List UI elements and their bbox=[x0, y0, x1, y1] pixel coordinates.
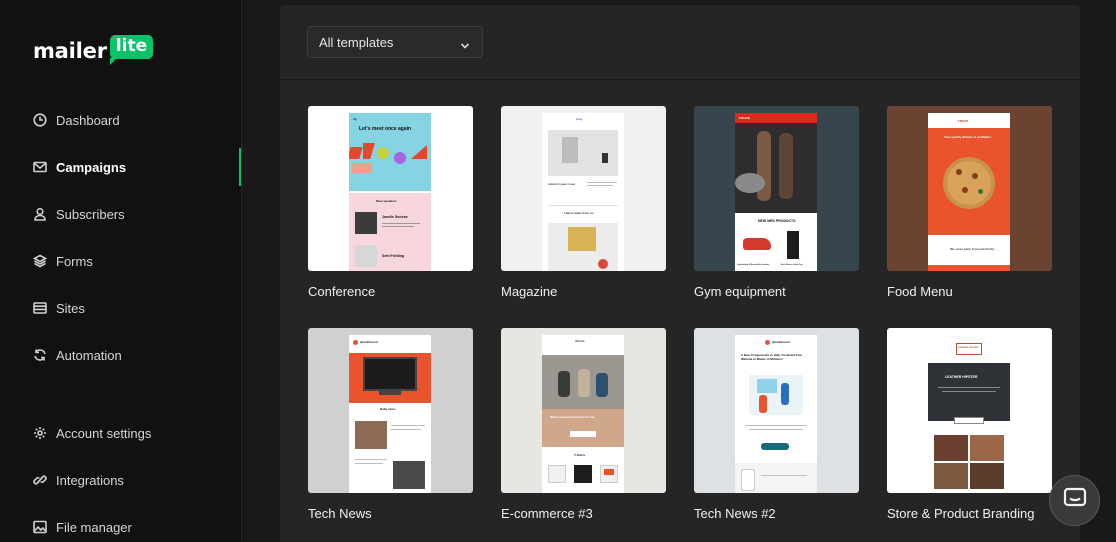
template-name: Magazine bbox=[501, 284, 558, 299]
template-thumbnail[interactable]: blog Autumn's paper issue Latest reads f… bbox=[501, 106, 666, 271]
chat-icon bbox=[1063, 487, 1087, 514]
refresh-icon bbox=[33, 348, 47, 362]
template-name: Gym equipment bbox=[694, 284, 786, 299]
sidebar-item-label: File manager bbox=[56, 519, 132, 535]
sidebar-item-label: Sites bbox=[56, 300, 85, 316]
clock-icon bbox=[33, 113, 47, 127]
template-thumbnail[interactable]: fig Let's meet once again Meet speakers … bbox=[308, 106, 473, 271]
tech-news-2-logo: QuickSound bbox=[772, 340, 790, 344]
magazine-caption: Latest reads from us bbox=[564, 211, 594, 215]
template-card-food-menu[interactable]: FROOT Your weekly dinners is available! … bbox=[887, 106, 1052, 299]
template-card-magazine[interactable]: blog Autumn's paper issue Latest reads f… bbox=[501, 106, 666, 299]
speaker-2-name: Seth Fielding bbox=[382, 254, 404, 258]
ecommerce-logo: Afresh bbox=[575, 339, 585, 343]
food-footer: We serve tasty food and drinks bbox=[950, 247, 995, 251]
magazine-logo: blog bbox=[576, 117, 583, 121]
conference-subheading: Meet speakers bbox=[376, 199, 397, 203]
food-headline: Your weekly dinners is available! bbox=[944, 135, 991, 139]
template-card-store-product-branding[interactable]: LEATHER HIPSTER LEATHER HIPSTER Store & … bbox=[887, 328, 1052, 521]
conference-logo: fig bbox=[353, 117, 357, 121]
sidebar-item-file-manager[interactable]: File manager bbox=[0, 508, 241, 542]
conference-heading: Let's meet once again bbox=[359, 126, 412, 132]
sidebar-item-subscribers[interactable]: Subscribers bbox=[0, 195, 241, 233]
ecommerce-headline: Want a musical-led products for free bbox=[550, 416, 595, 419]
template-name: E-commerce #3 bbox=[501, 506, 593, 521]
template-filter-value: All templates bbox=[319, 34, 394, 50]
template-thumbnail[interactable]: LEATHER HIPSTER LEATHER HIPSTER bbox=[887, 328, 1052, 493]
sidebar-item-integrations[interactable]: Integrations bbox=[0, 461, 241, 499]
templates-toolbar: All templates bbox=[280, 5, 1080, 80]
browser-icon bbox=[33, 301, 47, 315]
ecommerce-section: T-Shirts bbox=[574, 453, 586, 457]
gym-item-2: Best Motion Guide Top bbox=[781, 264, 803, 266]
template-name: Conference bbox=[308, 284, 376, 299]
tech-news-headline: Daily news bbox=[380, 407, 396, 411]
chat-launcher-button[interactable] bbox=[1049, 475, 1100, 526]
sidebar-item-dashboard[interactable]: Dashboard bbox=[0, 101, 241, 139]
template-card-tech-news[interactable]: QuickSound Daily news Tech News bbox=[308, 328, 473, 521]
sidebar-item-forms[interactable]: Forms bbox=[0, 242, 241, 280]
sidebar-item-label: Account settings bbox=[56, 425, 152, 441]
template-card-gym-equipment[interactable]: FITLIFE NEW MEN PRODUCTS Lightweight & B… bbox=[694, 106, 859, 299]
tech-news-2-headline: A New Components to Help You Build Your … bbox=[741, 353, 803, 361]
chevron-down-icon bbox=[460, 38, 470, 49]
template-filter-select[interactable]: All templates bbox=[307, 26, 483, 58]
gym-headline: NEW MEN PRODUCTS bbox=[758, 219, 796, 223]
app-root: mailer lite Dashboard Campaigns Subscrib… bbox=[0, 0, 1116, 542]
link-icon bbox=[33, 473, 47, 487]
logo-word: mailer bbox=[33, 39, 107, 63]
sidebar-item-label: Subscribers bbox=[56, 206, 125, 222]
logo-badge: lite bbox=[109, 35, 154, 65]
magazine-article: Autumn's paper issue bbox=[548, 183, 575, 186]
template-thumbnail[interactable]: FITLIFE NEW MEN PRODUCTS Lightweight & B… bbox=[694, 106, 859, 271]
store-headline: LEATHER HIPSTER bbox=[945, 375, 978, 379]
template-thumbnail[interactable]: Afresh Want a musical-led products for f… bbox=[501, 328, 666, 493]
gym-item-1: Lightweight & Breathable Sneaker bbox=[737, 264, 770, 266]
template-thumbnail[interactable]: FROOT Your weekly dinners is available! … bbox=[887, 106, 1052, 271]
store-logo: LEATHER HIPSTER bbox=[958, 347, 979, 349]
sidebar-item-label: Campaigns bbox=[56, 159, 127, 175]
template-card-conference[interactable]: fig Let's meet once again Meet speakers … bbox=[308, 106, 473, 299]
template-thumbnail[interactable]: QuickSound A New Components to Help You … bbox=[694, 328, 859, 493]
layers-icon bbox=[33, 254, 47, 268]
sidebar-item-campaigns[interactable]: Campaigns bbox=[0, 148, 241, 186]
sidebar-item-account-settings[interactable]: Account settings bbox=[0, 414, 241, 452]
user-icon bbox=[33, 207, 47, 221]
template-name: Tech News bbox=[308, 506, 372, 521]
template-thumbnail[interactable]: QuickSound Daily news bbox=[308, 328, 473, 493]
sidebar-item-label: Integrations bbox=[56, 472, 124, 488]
sidebar-item-sites[interactable]: Sites bbox=[0, 289, 241, 327]
templates-panel: All templates fig Let's meet once again bbox=[280, 5, 1080, 542]
gear-icon bbox=[33, 426, 47, 440]
tech-news-logo: QuickSound bbox=[360, 340, 378, 344]
sidebar-item-label: Automation bbox=[56, 347, 122, 363]
sidebar-item-label: Dashboard bbox=[56, 112, 120, 128]
template-name: Food Menu bbox=[887, 284, 953, 299]
sidebar: mailer lite Dashboard Campaigns Subscrib… bbox=[0, 0, 242, 542]
template-card-tech-news-2[interactable]: QuickSound A New Components to Help You … bbox=[694, 328, 859, 521]
envelope-icon bbox=[33, 160, 47, 174]
sidebar-item-automation[interactable]: Automation bbox=[0, 336, 241, 374]
template-card-ecommerce-3[interactable]: Afresh Want a musical-led products for f… bbox=[501, 328, 666, 521]
brand-logo[interactable]: mailer lite bbox=[33, 33, 154, 69]
speaker-1-name: Janelle Sonirae bbox=[382, 215, 408, 219]
template-name: Tech News #2 bbox=[694, 506, 776, 521]
sidebar-item-label: Forms bbox=[56, 253, 93, 269]
template-name: Store & Product Branding bbox=[887, 506, 1035, 521]
gym-logo: FITLIFE bbox=[739, 116, 750, 120]
food-logo: FROOT bbox=[958, 119, 969, 123]
image-icon bbox=[33, 520, 47, 534]
